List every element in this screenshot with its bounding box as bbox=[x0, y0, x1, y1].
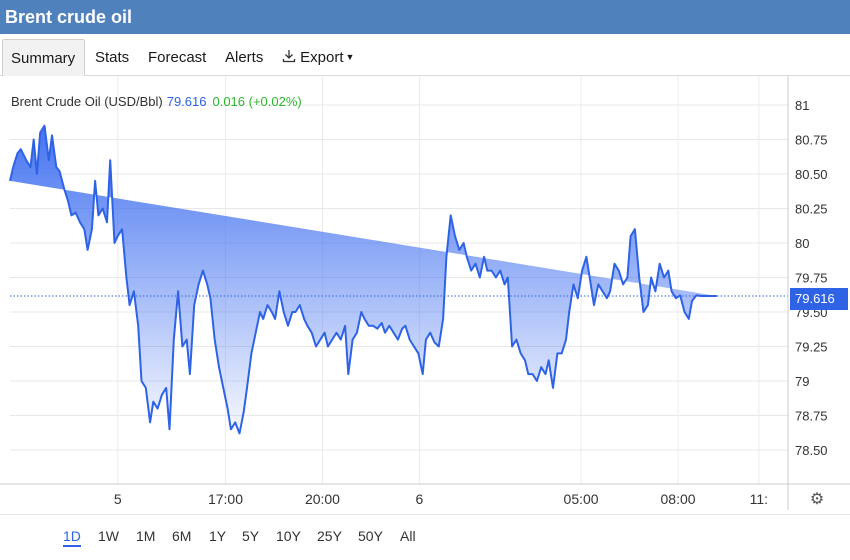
y-tick-label: 79.75 bbox=[795, 271, 828, 286]
current-price-label: 79.616 bbox=[790, 288, 848, 310]
y-tick-label: 81 bbox=[795, 98, 809, 113]
range-25y[interactable]: 25Y bbox=[317, 525, 342, 547]
legend-instrument: Brent Crude Oil (USD/Bbl) bbox=[11, 94, 163, 109]
range-1m[interactable]: 1M bbox=[136, 525, 155, 547]
y-tick-label: 79.25 bbox=[795, 340, 828, 355]
chart-area[interactable]: 81 80.75 80.50 80.25 80 79.75 79.50 79.25 79 78.7… bbox=[0, 76, 850, 510]
range-selector: 1D 1W 1M 6M 1Y 5Y 10Y 25Y 50Y All bbox=[0, 514, 850, 560]
range-6m[interactable]: 6M bbox=[172, 525, 191, 547]
x-tick-label: 11: bbox=[750, 491, 768, 507]
y-tick-label: 80.75 bbox=[795, 133, 828, 148]
price-area-fill bbox=[10, 125, 717, 434]
range-1d[interactable]: 1D bbox=[63, 525, 81, 547]
y-tick-label: 80.50 bbox=[795, 167, 828, 182]
download-icon bbox=[282, 50, 296, 63]
y-tick-label: 80 bbox=[795, 236, 809, 251]
tab-alerts[interactable]: Alerts bbox=[217, 39, 271, 76]
tab-forecast[interactable]: Forecast bbox=[140, 39, 214, 76]
tab-export[interactable]: Export ▼ bbox=[274, 39, 362, 76]
y-tick-label: 80.25 bbox=[795, 202, 828, 217]
range-50y[interactable]: 50Y bbox=[358, 525, 383, 547]
tab-summary[interactable]: Summary bbox=[2, 39, 85, 76]
window-title: Brent crude oil bbox=[0, 0, 850, 34]
range-10y[interactable]: 10Y bbox=[276, 525, 301, 547]
range-5y[interactable]: 5Y bbox=[242, 525, 259, 547]
price-chart[interactable]: 8180.7580.5080.258079.7579.5079.257978.7… bbox=[0, 76, 850, 510]
tab-bar: Summary Stats Forecast Alerts Export ▼ bbox=[0, 34, 850, 76]
y-tick-label: 78.50 bbox=[795, 443, 828, 458]
x-tick-label: 20:00 bbox=[305, 491, 340, 507]
x-tick-label: 08:00 bbox=[661, 491, 696, 507]
tab-export-label: Export bbox=[300, 49, 344, 66]
chevron-down-icon: ▼ bbox=[345, 52, 355, 62]
range-1y[interactable]: 1Y bbox=[209, 525, 226, 547]
legend-price: 79.616 bbox=[166, 94, 207, 109]
y-tick-label: 78.75 bbox=[795, 409, 828, 424]
range-all[interactable]: All bbox=[400, 525, 416, 547]
y-tick-label: 79 bbox=[795, 374, 809, 389]
x-tick-label: 6 bbox=[416, 491, 424, 507]
x-tick-label: 17:00 bbox=[208, 491, 243, 507]
x-tick-label: 5 bbox=[114, 491, 122, 507]
tab-stats[interactable]: Stats bbox=[87, 39, 137, 76]
x-tick-label: 05:00 bbox=[564, 491, 599, 507]
legend-change: 0.016 (+0.02%) bbox=[212, 94, 302, 109]
gear-icon[interactable]: ⚙ bbox=[809, 492, 825, 508]
chart-legend: Brent Crude Oil (USD/Bbl) 79.616 0.016 (+0… bbox=[11, 94, 302, 109]
range-1w[interactable]: 1W bbox=[98, 525, 119, 547]
